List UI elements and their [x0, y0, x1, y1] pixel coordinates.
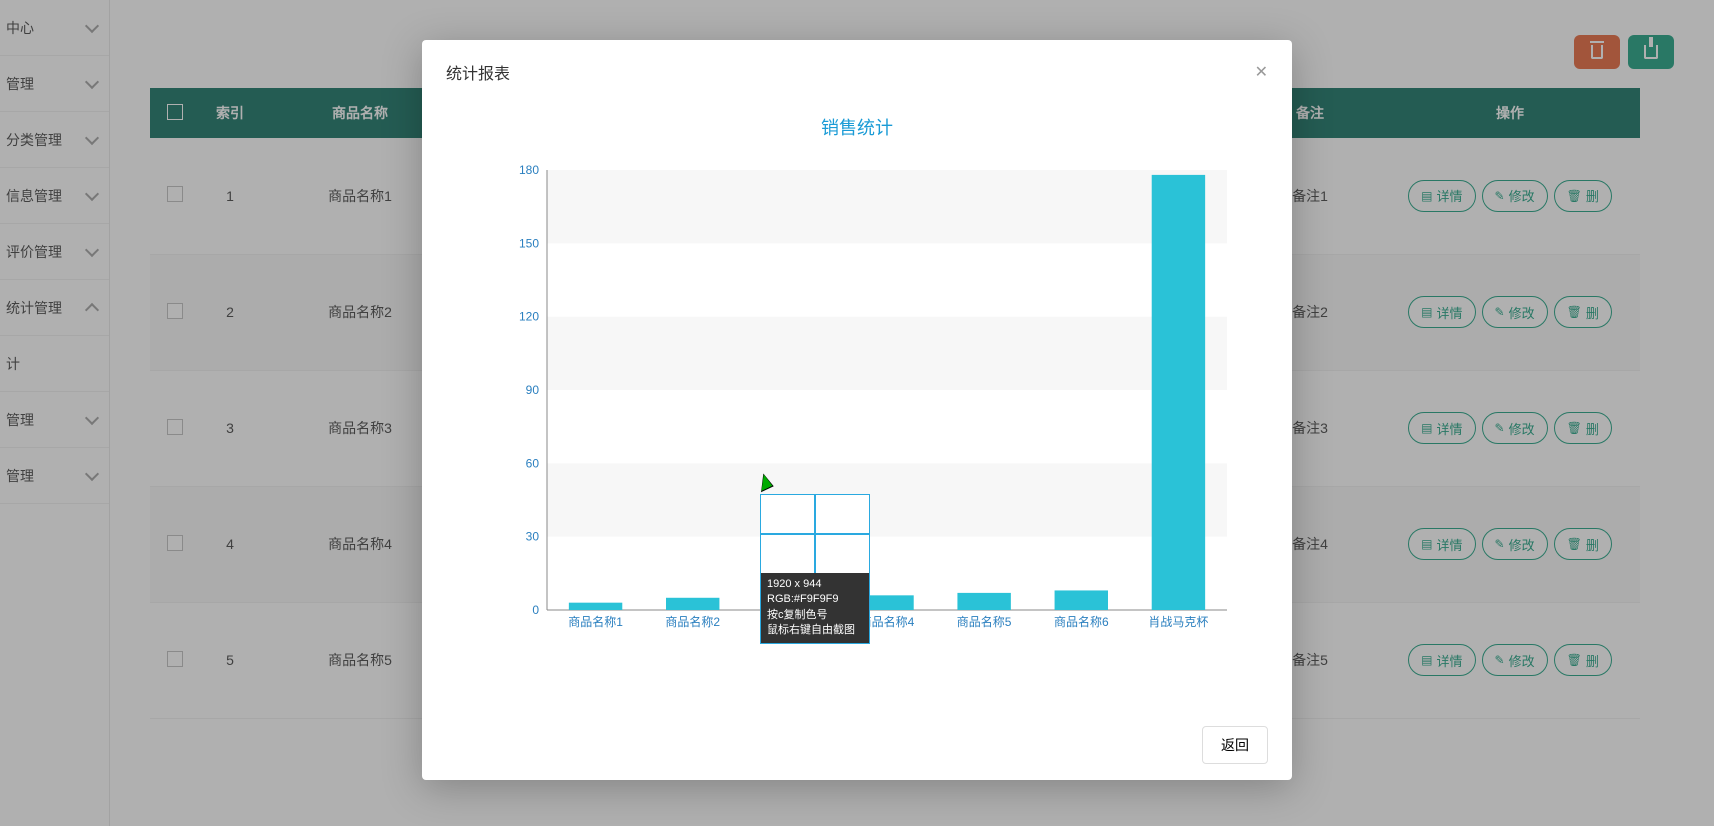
modal-footer: 返回	[422, 710, 1292, 780]
close-icon[interactable]: ✕	[1255, 62, 1268, 82]
svg-text:商品名称2: 商品名称2	[665, 614, 720, 629]
svg-text:商品名称6: 商品名称6	[1054, 614, 1109, 629]
modal-header: 统计报表 ✕	[422, 40, 1292, 104]
svg-text:商品名称5: 商品名称5	[957, 614, 1012, 629]
modal-title: 统计报表	[446, 60, 510, 84]
svg-text:60: 60	[526, 456, 540, 470]
svg-text:30: 30	[526, 530, 540, 544]
svg-text:商品名称1: 商品名称1	[568, 614, 623, 629]
svg-text:肖战马克杯: 肖战马克杯	[1148, 615, 1208, 629]
back-button[interactable]: 返回	[1202, 726, 1268, 764]
svg-text:120: 120	[519, 310, 539, 324]
snip-preview	[761, 495, 869, 573]
svg-text:180: 180	[519, 163, 539, 177]
svg-text:90: 90	[526, 383, 540, 397]
svg-text:0: 0	[532, 603, 539, 617]
modal-body: 销售统计 0306090120150180商品名称1商品名称2商品名称3商品名称…	[422, 104, 1292, 710]
stats-modal: 统计报表 ✕ 销售统计 0 30 60 90 120 150 180 商品名称1 商品名称2 商品…	[422, 40, 1292, 780]
chart-title: 销售统计	[446, 114, 1268, 140]
snip-tooltip: 1920 x 944 RGB:#F9F9F9 按c复制色号 鼠标右键自由截图	[760, 494, 870, 644]
svg-text:150: 150	[519, 236, 539, 250]
snip-info: 1920 x 944 RGB:#F9F9F9 按c复制色号 鼠标右键自由截图	[761, 573, 869, 643]
